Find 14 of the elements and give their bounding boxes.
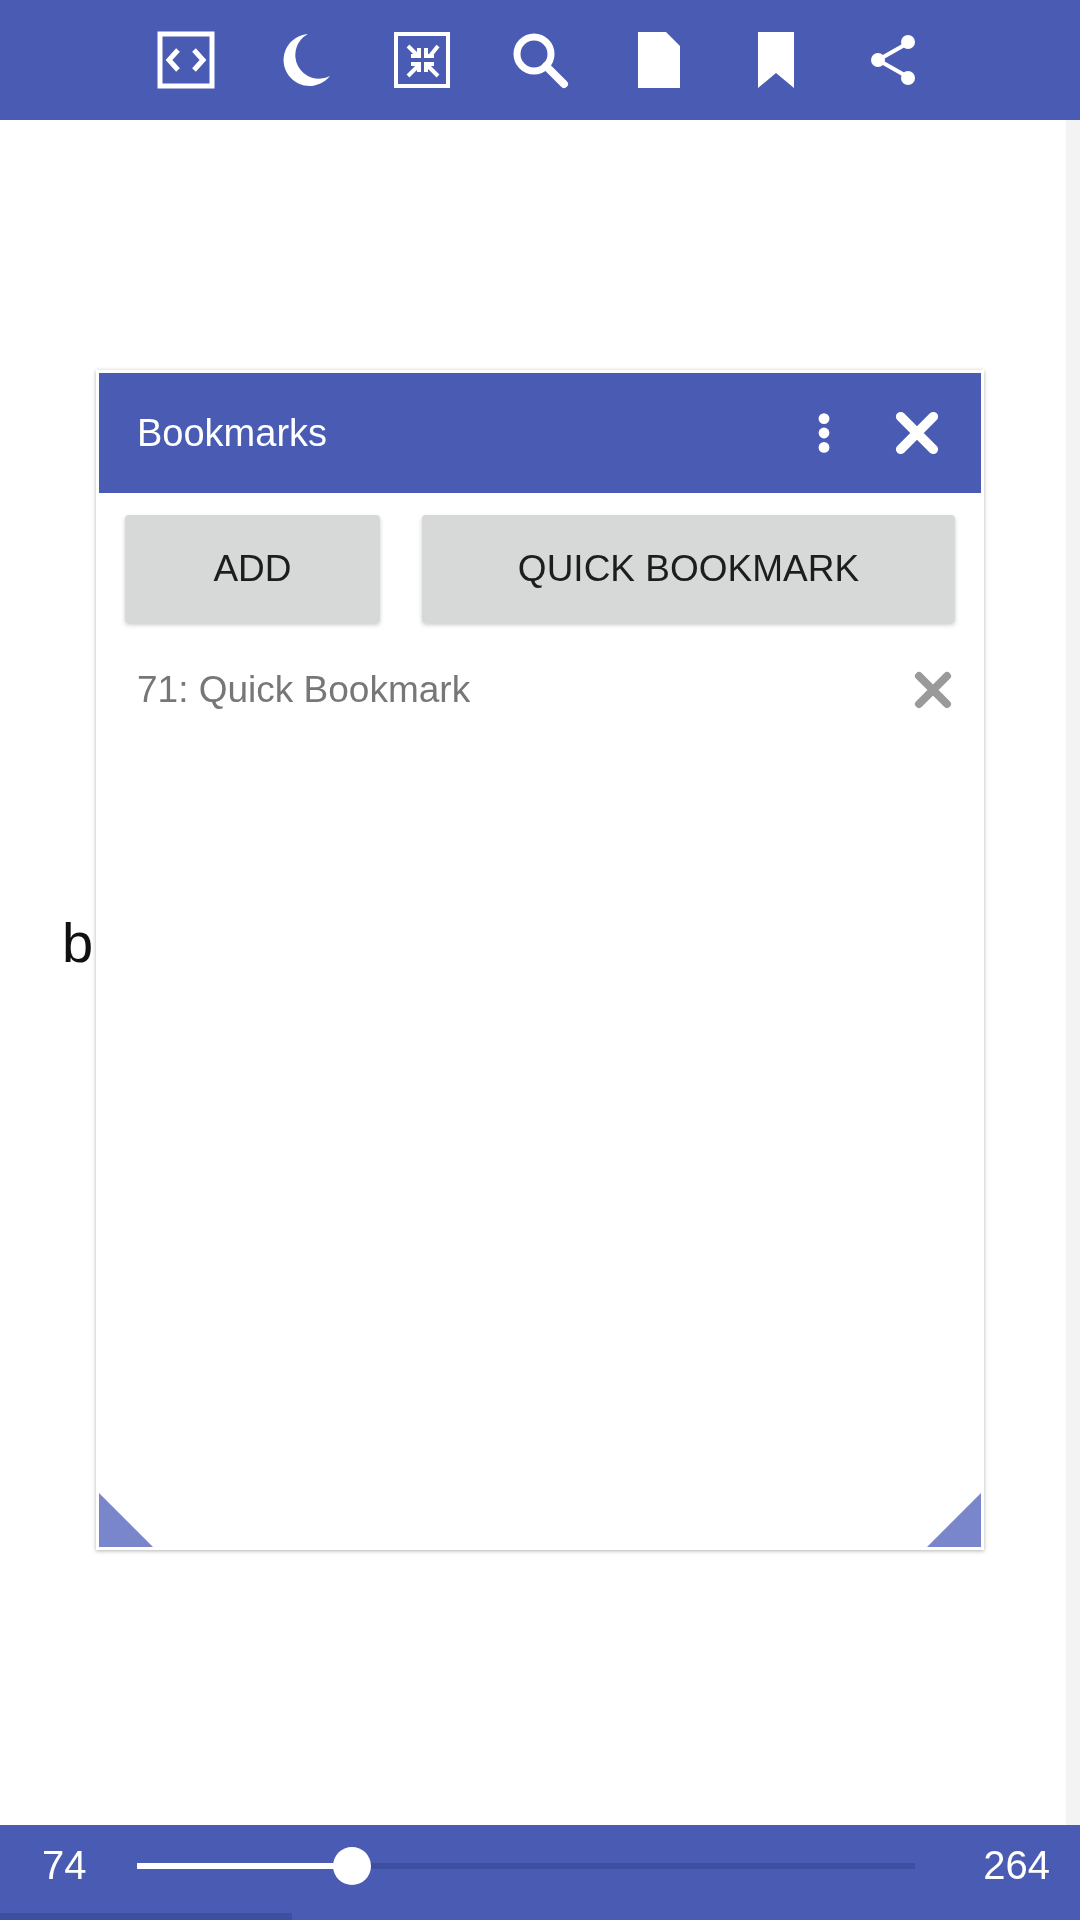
slider-thumb[interactable] bbox=[333, 1846, 372, 1885]
resize-handle-icon[interactable] bbox=[927, 1493, 981, 1547]
add-button[interactable]: ADD bbox=[125, 515, 380, 623]
code-view-icon[interactable] bbox=[156, 30, 216, 90]
resize-handle-icon[interactable] bbox=[99, 1493, 153, 1547]
delete-icon[interactable] bbox=[913, 670, 953, 710]
total-pages: 264 bbox=[983, 1843, 1050, 1888]
quick-bookmark-button[interactable]: QUICK BOOKMARK bbox=[422, 515, 955, 623]
dialog-title: Bookmarks bbox=[137, 411, 329, 455]
page-text: b bbox=[62, 910, 94, 975]
current-page: 74 bbox=[42, 1843, 87, 1888]
fullscreen-exit-icon[interactable] bbox=[392, 30, 452, 90]
bookmark-item[interactable]: 71: Quick Bookmark bbox=[137, 669, 471, 711]
close-icon[interactable] bbox=[893, 409, 941, 457]
